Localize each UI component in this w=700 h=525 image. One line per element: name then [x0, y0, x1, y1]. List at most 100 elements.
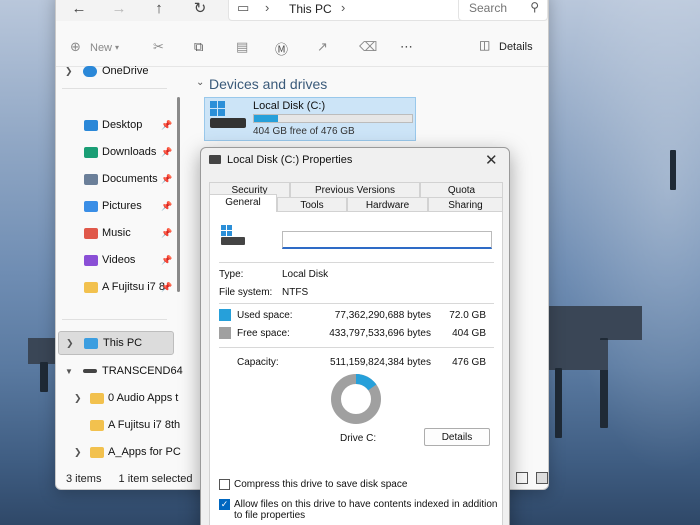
- status-item-count: 3 items: [66, 473, 102, 485]
- status-bar: 3 items 1 item selected: [66, 473, 207, 485]
- sidebar-item-folder[interactable]: ❯ A_Apps for PC: [56, 440, 181, 464]
- properties-dialog: Local Disk (C:) Properties ✕ Security Pre…: [200, 147, 510, 525]
- rename-icon[interactable]: Ⓜ: [275, 39, 288, 58]
- large-icons-view-icon[interactable]: [536, 472, 548, 484]
- sidebar-item-quick-access[interactable]: A Fujitsu i7 8 📌: [56, 275, 181, 299]
- sidebar-item-transcend64[interactable]: ▼ TRANSCEND64: [56, 359, 183, 383]
- sidebar-item-label: Desktop: [102, 119, 143, 131]
- paste-icon[interactable]: ▤: [236, 39, 248, 55]
- windows-logo-icon: [210, 101, 225, 116]
- new-chevron-down-icon[interactable]: ▾: [115, 43, 119, 52]
- wallpaper-pier-post: [40, 362, 48, 392]
- drive-label: Drive C:: [340, 433, 377, 444]
- sidebar-item-quick-access[interactable]: Pictures 📌: [56, 194, 181, 218]
- refresh-button[interactable]: ↻: [189, 0, 211, 19]
- folder-icon: [90, 392, 104, 404]
- search-icon: ⚲: [530, 0, 539, 14]
- sidebar-item-quick-access[interactable]: Documents 📌: [56, 167, 181, 191]
- details-pane-button[interactable]: Details: [499, 41, 533, 53]
- music-icon: [84, 227, 98, 239]
- breadcrumb-chevron-icon[interactable]: ›: [341, 0, 345, 15]
- back-button[interactable]: ←: [68, 0, 90, 19]
- tab-general[interactable]: General: [209, 194, 277, 212]
- drive-name: Local Disk (C:): [253, 100, 326, 112]
- compress-drive-label[interactable]: Compress this drive to save disk space: [234, 479, 494, 490]
- sidebar-item-label: Pictures: [102, 200, 142, 212]
- sidebar-item-folder[interactable]: ❯ 0 Audio Apps t: [56, 386, 181, 410]
- status-selected-count: 1 item selected: [118, 473, 193, 485]
- hard-drive-icon: [221, 225, 245, 245]
- new-plus-icon[interactable]: ⊕: [70, 39, 81, 55]
- forward-button[interactable]: →: [108, 0, 130, 19]
- used-space-label: Used space:: [237, 310, 293, 321]
- capacity-gb: 476 GB: [452, 357, 486, 368]
- index-files-checkbox[interactable]: ✓: [219, 499, 230, 510]
- compress-drive-checkbox[interactable]: [219, 479, 230, 490]
- tab-quota[interactable]: Quota: [420, 182, 503, 198]
- pin-icon[interactable]: 📌: [161, 120, 172, 131]
- sidebar-divider: [62, 319, 167, 320]
- close-icon[interactable]: ✕: [485, 151, 498, 169]
- download-icon: [84, 146, 98, 158]
- wallpaper-pier: [548, 306, 642, 340]
- more-options-icon[interactable]: ⋯: [400, 39, 413, 55]
- divider: [219, 262, 494, 263]
- search-box[interactable]: ⚲: [458, 0, 548, 21]
- sidebar-item-quick-access[interactable]: Desktop 📌: [56, 113, 181, 137]
- usb-drive-icon: [83, 369, 97, 373]
- sidebar-item-quick-access[interactable]: Videos 📌: [56, 248, 181, 272]
- chevron-right-icon[interactable]: ❯: [66, 338, 74, 349]
- pin-icon[interactable]: 📌: [161, 228, 172, 239]
- breadcrumb-chevron-icon[interactable]: ›: [265, 0, 269, 15]
- monitor-icon: ▭: [237, 0, 250, 15]
- chevron-right-icon[interactable]: ❯: [74, 447, 82, 458]
- sidebar-item-folder[interactable]: A Fujitsu i7 8th: [56, 413, 181, 437]
- up-button[interactable]: ↑: [148, 0, 170, 19]
- capacity-label: Capacity:: [237, 357, 279, 368]
- drive-tile-local-disk-c[interactable]: Local Disk (C:) 404 GB free of 476 GB: [204, 97, 416, 141]
- volume-label-field[interactable]: [282, 231, 492, 249]
- free-space-swatch: [219, 327, 231, 339]
- sidebar-item-label: OneDrive: [102, 65, 149, 77]
- share-icon[interactable]: ↗: [317, 39, 328, 55]
- chevron-right-icon[interactable]: ❯: [65, 66, 73, 77]
- chevron-down-icon[interactable]: ▼: [65, 367, 73, 376]
- used-space-swatch: [219, 309, 231, 321]
- file-system-label: File system:: [219, 287, 273, 298]
- pin-icon[interactable]: 📌: [161, 174, 172, 185]
- copy-icon[interactable]: ⧉: [194, 39, 203, 55]
- index-files-label[interactable]: Allow files on this drive to have conten…: [234, 499, 499, 521]
- chevron-right-icon[interactable]: ❯: [74, 393, 82, 404]
- used-space-gb: 72.0 GB: [449, 310, 486, 321]
- tab-previous-versions[interactable]: Previous Versions: [290, 182, 420, 198]
- sidebar-item-quick-access[interactable]: Music 📌: [56, 221, 181, 245]
- section-header-devices[interactable]: Devices and drives: [209, 76, 327, 92]
- breadcrumb-this-pc[interactable]: This PC: [289, 2, 332, 16]
- sidebar-item-onedrive[interactable]: ❯ OneDrive: [56, 59, 181, 83]
- sidebar-scrollbar[interactable]: [177, 97, 180, 292]
- details-view-icon[interactable]: [516, 472, 528, 484]
- desktop-icon: [84, 119, 98, 131]
- cloud-icon: [83, 65, 97, 77]
- details-pane-icon[interactable]: ◫: [479, 38, 490, 52]
- document-icon: [84, 173, 98, 185]
- details-button[interactable]: Details: [424, 428, 490, 446]
- search-input[interactable]: [469, 1, 527, 15]
- free-space-label: Free space:: [237, 328, 290, 339]
- pin-icon[interactable]: 📌: [161, 147, 172, 158]
- delete-icon[interactable]: ⌫: [359, 39, 377, 55]
- pin-icon[interactable]: 📌: [161, 282, 172, 293]
- sidebar-item-quick-access[interactable]: Downloads 📌: [56, 140, 181, 164]
- chevron-down-icon[interactable]: ⌄: [196, 77, 204, 88]
- pin-icon[interactable]: 📌: [161, 201, 172, 212]
- wallpaper-pier-post: [555, 368, 562, 438]
- cut-icon[interactable]: ✂: [153, 39, 164, 55]
- dialog-title: Local Disk (C:) Properties: [227, 154, 353, 166]
- pictures-icon: [84, 200, 98, 212]
- sidebar-item-this-pc[interactable]: ❯ This PC: [58, 331, 174, 355]
- sidebar-item-label: A Fujitsu i7 8: [102, 281, 165, 293]
- wallpaper-pier: [548, 340, 608, 370]
- new-button[interactable]: New: [90, 42, 112, 54]
- pin-icon[interactable]: 📌: [161, 255, 172, 266]
- monitor-icon: [84, 337, 98, 349]
